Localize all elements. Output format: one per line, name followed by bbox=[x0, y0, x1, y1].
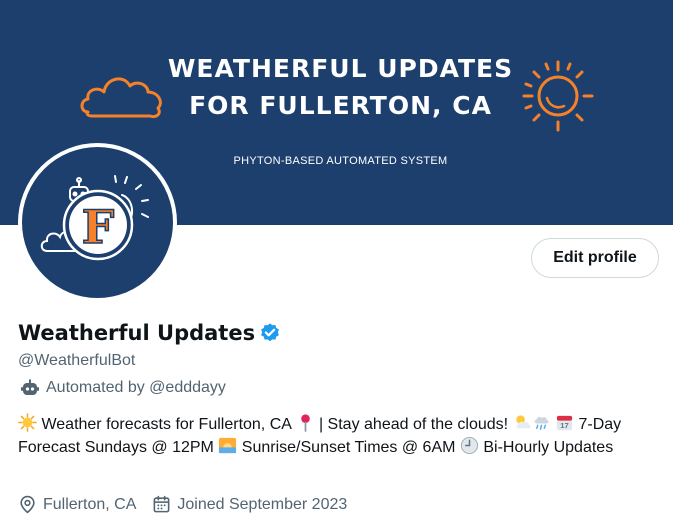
bio-text-4: Sunrise/Sunset Times @ 6AM bbox=[241, 439, 456, 456]
calendar-icon bbox=[153, 495, 170, 513]
bio-text-2: | Stay ahead of the clouds! bbox=[318, 416, 509, 433]
round-pushpin-emoji-icon bbox=[300, 414, 310, 432]
robot-icon bbox=[21, 379, 39, 395]
location-pin-icon bbox=[20, 495, 35, 514]
sun-icon bbox=[522, 60, 594, 132]
sunrise-emoji-icon bbox=[219, 437, 237, 454]
profile-bio: Weather forecasts for Fullerton, CA | St… bbox=[18, 413, 658, 459]
joined-item: Joined September 2023 bbox=[152, 495, 347, 514]
cloud-with-rain-emoji-icon bbox=[534, 416, 549, 430]
edit-profile-button[interactable]: Edit profile bbox=[531, 238, 659, 278]
bio-text-1: Weather forecasts for Fullerton, CA bbox=[41, 416, 292, 433]
location-item: Fullerton, CA bbox=[18, 495, 136, 514]
profile-handle: @WeatherfulBot bbox=[18, 352, 136, 369]
profile-meta-row: Fullerton, CA Joined September 2023 bbox=[18, 495, 363, 514]
location-text: Fullerton, CA bbox=[43, 495, 137, 513]
profile-avatar[interactable]: F bbox=[18, 143, 177, 302]
sun-behind-cloud-emoji-icon bbox=[515, 415, 531, 429]
avatar-logo-icon: F bbox=[40, 175, 149, 261]
avatar-letter: F bbox=[82, 200, 115, 254]
verified-badge-icon[interactable] bbox=[259, 322, 281, 344]
calendar-emoji-icon: 17 bbox=[556, 415, 573, 430]
automated-label[interactable]: Automated by @edddayy bbox=[20, 378, 226, 398]
profile-name-row: Weatherful Updates bbox=[18, 321, 281, 345]
sun-emoji-icon bbox=[18, 413, 37, 432]
automated-by-text: Automated by @edddayy bbox=[46, 379, 226, 396]
svg-text:17: 17 bbox=[560, 421, 568, 430]
bio-text-5: Bi-Hourly Updates bbox=[483, 439, 614, 456]
clock-emoji-icon bbox=[460, 436, 478, 455]
profile-name: Weatherful Updates bbox=[18, 321, 256, 345]
joined-text: Joined September 2023 bbox=[177, 495, 348, 513]
